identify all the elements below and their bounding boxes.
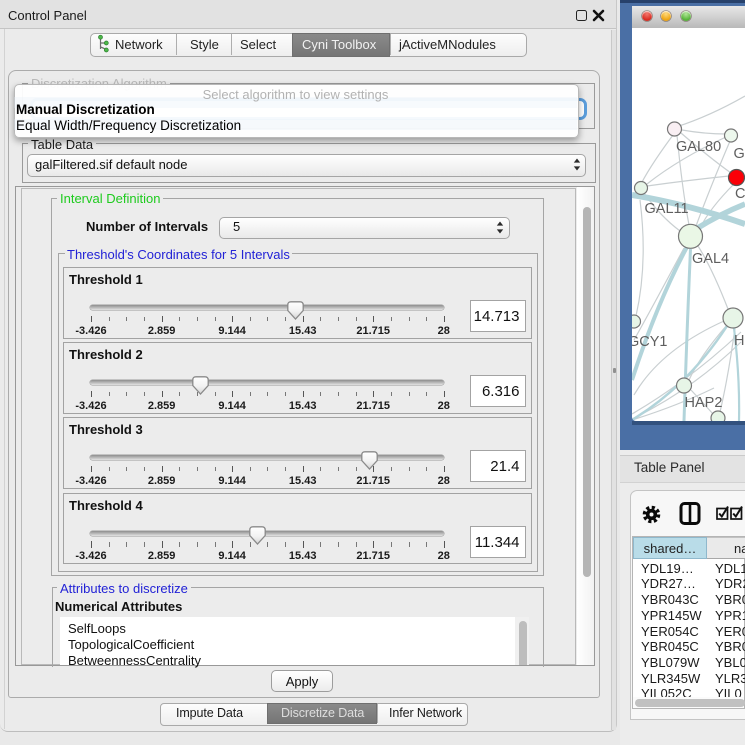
svg-text:GAL4: GAL4 (692, 251, 729, 267)
svg-text:GCY1: GCY1 (632, 334, 668, 350)
svg-text:C: C (735, 186, 745, 202)
svg-text:H: H (734, 333, 744, 349)
svg-text:HAP2: HAP2 (685, 395, 723, 411)
svg-text:G.: G. (734, 146, 745, 162)
svg-text:GAL11: GAL11 (645, 201, 689, 217)
svg-text:GAL80: GAL80 (676, 139, 721, 155)
